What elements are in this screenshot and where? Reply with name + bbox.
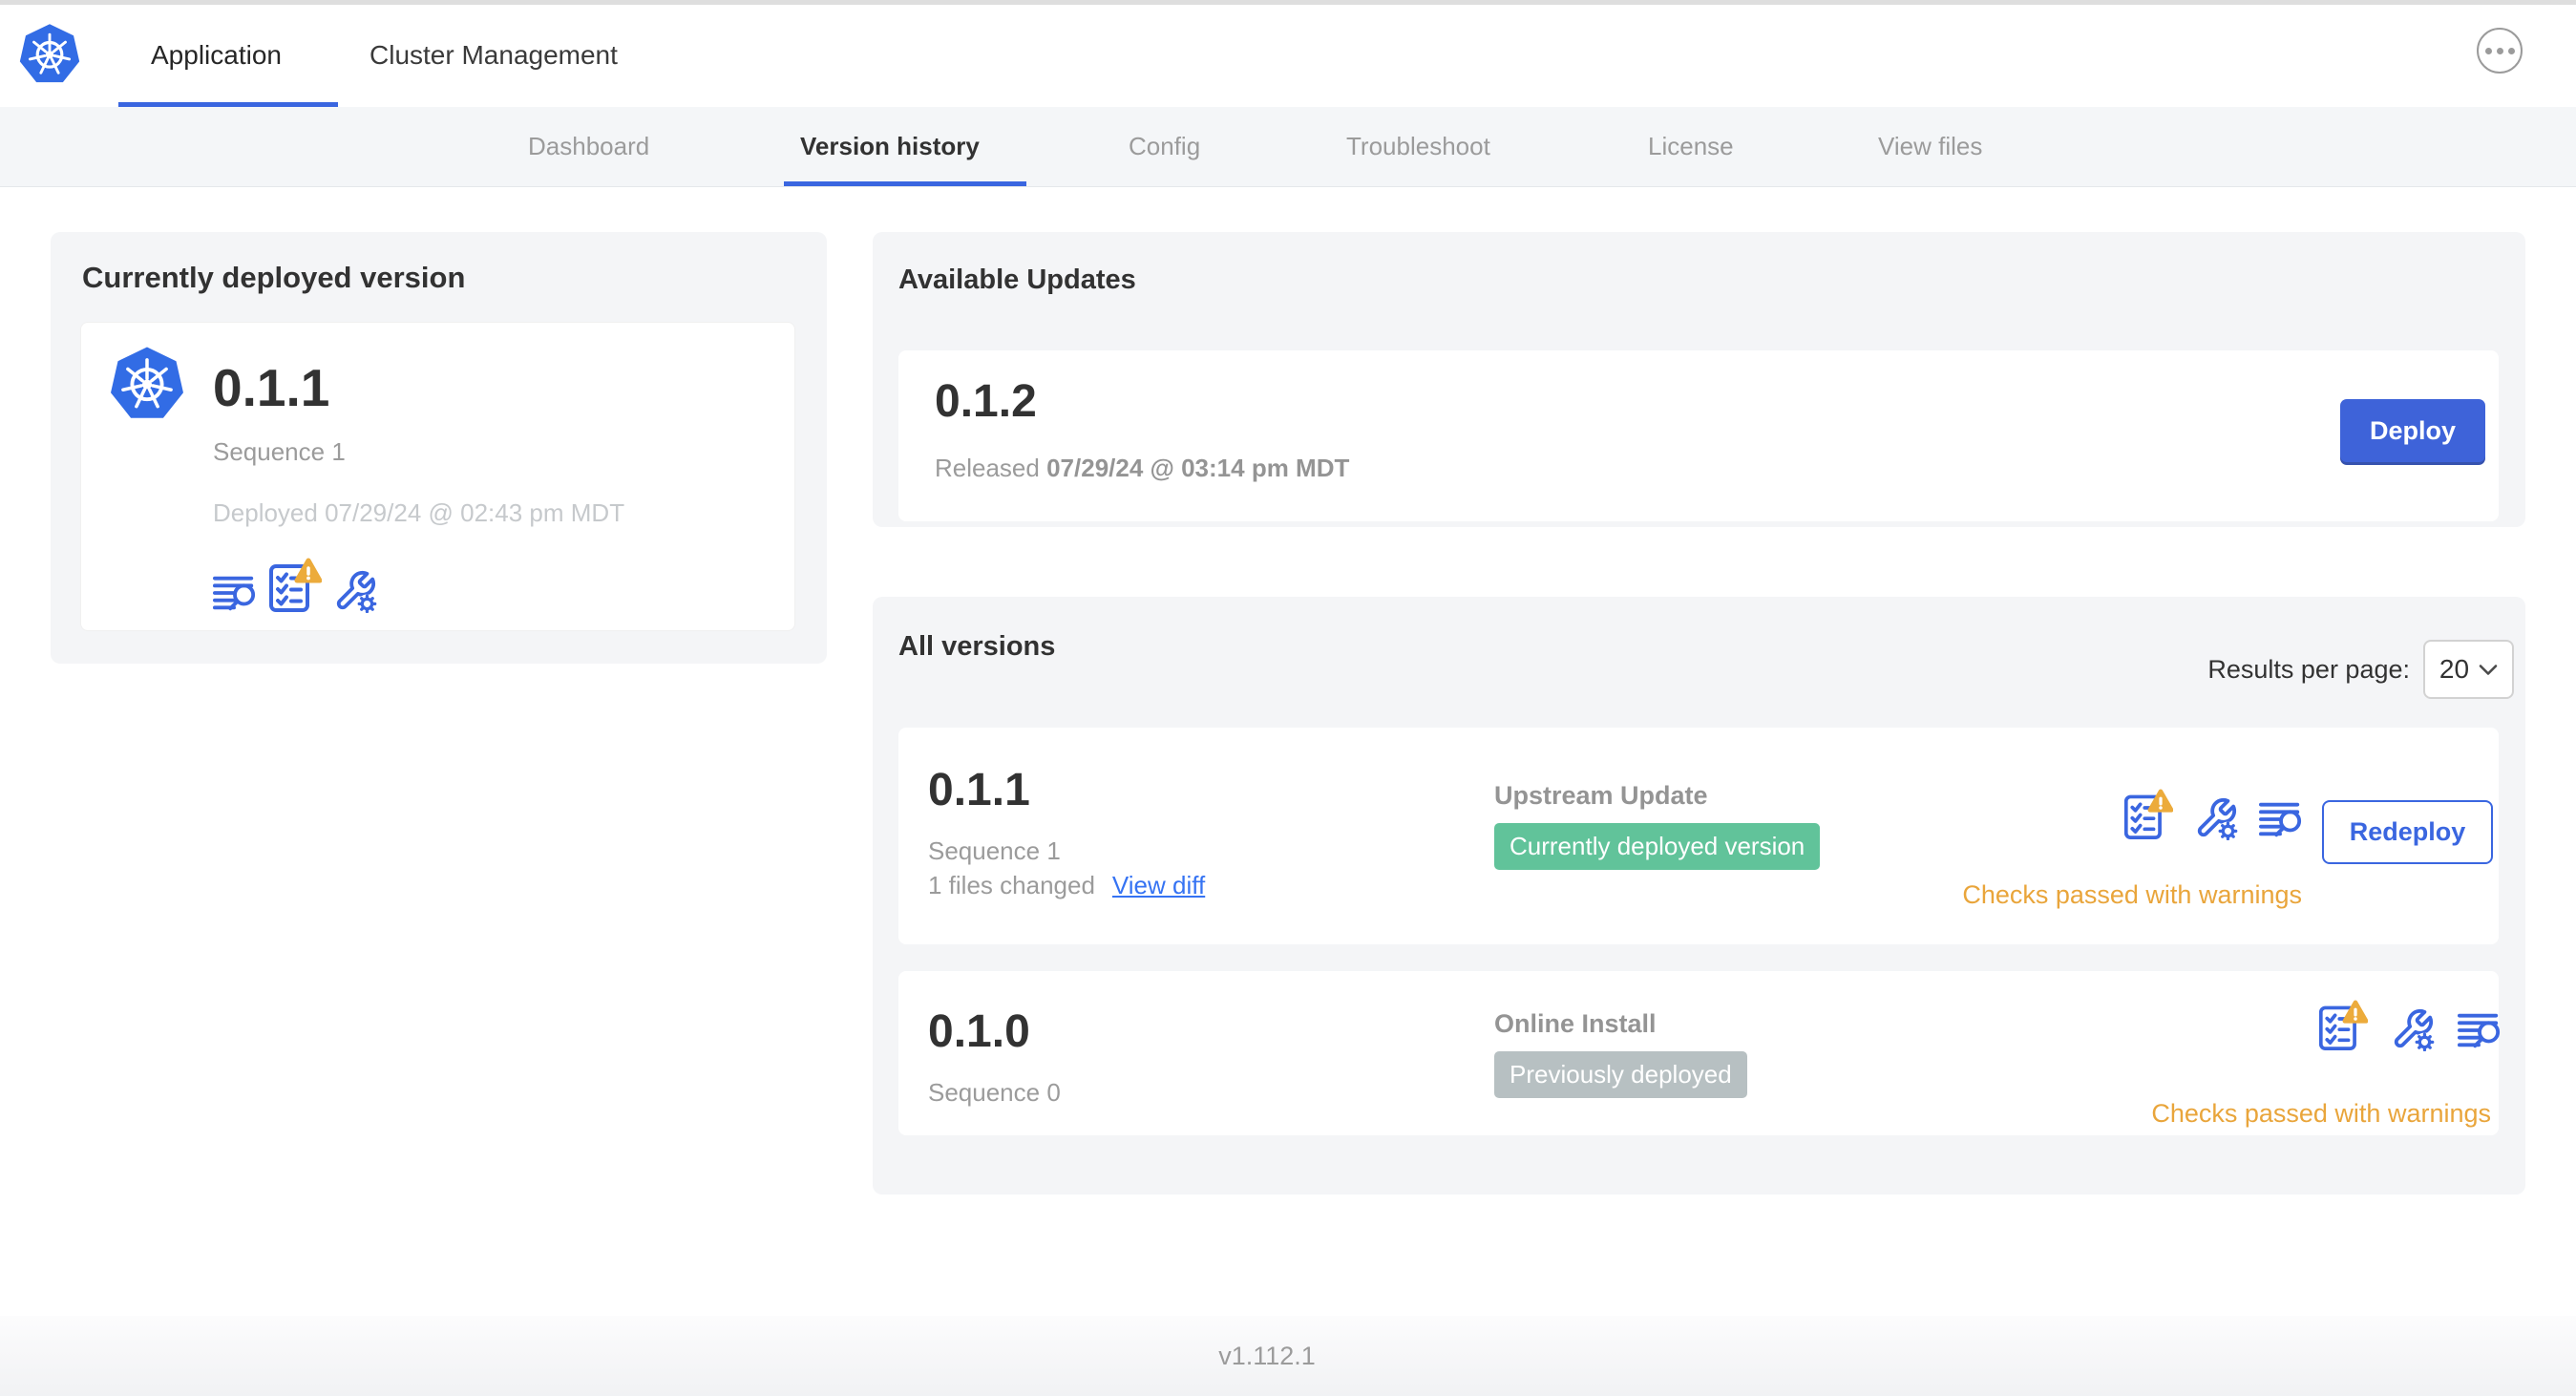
current-version-actions [213, 558, 377, 613]
version-row-0-1-1: 0.1.1 Sequence 1 1 files changed View dif… [898, 728, 2499, 944]
tab-view-files[interactable]: View files [1878, 107, 1982, 185]
row-source-label: Online Install [1494, 1009, 1657, 1038]
current-version-sequence: Sequence 1 [213, 437, 346, 466]
view-logs-icon[interactable] [2458, 1010, 2502, 1050]
current-version-number: 0.1.1 [213, 358, 330, 417]
deploy-button[interactable]: Deploy [2340, 399, 2485, 462]
all-versions-card: All versions Results per page: 20 0.1.1 … [873, 597, 2525, 1195]
status-badge: Currently deployed version [1494, 823, 1821, 870]
kubernetes-logo [110, 346, 184, 420]
ellipsis-icon[interactable] [2477, 28, 2523, 74]
version-row-0-1-0: 0.1.0 Sequence 0 Online Install Previous… [898, 971, 2502, 1135]
row-sequence: Sequence 0 [928, 1078, 1061, 1107]
update-version-number: 0.1.2 [935, 376, 1037, 427]
row-version-number: 0.1.1 [928, 765, 1030, 815]
files-changed-label: 1 files changed [928, 871, 1095, 899]
current-version-deployed-date: Deployed 07/29/24 @ 02:43 pm MDT [213, 498, 625, 527]
results-per-page-value: 20 [2439, 654, 2470, 684]
preflight-checks-icon[interactable] [2318, 1000, 2368, 1051]
tab-dashboard[interactable]: Dashboard [528, 107, 649, 185]
results-per-page-select[interactable]: 20 [2423, 640, 2514, 699]
tab-license[interactable]: License [1648, 107, 1734, 185]
redeploy-button[interactable]: Redeploy [2322, 800, 2493, 864]
subnav: Dashboard Version history Config Trouble… [0, 107, 2576, 187]
row-source-label: Upstream Update [1494, 781, 1708, 810]
chevron-down-icon [2479, 664, 2498, 675]
row-files-changed: 1 files changed View diff [928, 871, 1205, 900]
released-label: Released [935, 454, 1040, 482]
tab-version-history[interactable]: Version history [800, 107, 980, 185]
row-actions [2123, 789, 2303, 840]
tab-application[interactable]: Application [151, 5, 282, 106]
checks-status[interactable]: Checks passed with warnings [2151, 1099, 2491, 1129]
view-logs-icon[interactable] [213, 573, 257, 613]
results-per-page: Results per page: 20 [2207, 640, 2514, 699]
edit-config-icon[interactable] [2194, 796, 2238, 840]
edit-config-icon[interactable] [2391, 1007, 2435, 1051]
kubernetes-logo [19, 23, 80, 84]
results-per-page-label: Results per page: [2207, 654, 2410, 684]
app-header: Application Cluster Management [0, 5, 2576, 108]
all-versions-title: All versions [898, 631, 1056, 662]
active-subtab-underline [784, 181, 1026, 186]
tab-troubleshoot[interactable]: Troubleshoot [1346, 107, 1490, 185]
currently-deployed-card: Currently deployed version 0.1.1 Sequenc… [51, 232, 827, 664]
edit-config-icon[interactable] [333, 569, 377, 613]
current-version-panel: 0.1.1 Sequence 1 Deployed 07/29/24 @ 02:… [80, 322, 795, 631]
row-version-number: 0.1.0 [928, 1006, 1030, 1057]
preflight-checks-icon[interactable] [2123, 789, 2173, 840]
preflight-checks-icon[interactable] [268, 558, 322, 613]
available-updates-title: Available Updates [898, 264, 1136, 295]
footer: v1.112.1 [0, 1316, 2576, 1396]
currently-deployed-title: Currently deployed version [82, 261, 466, 294]
row-actions [2318, 1000, 2502, 1051]
row-sequence: Sequence 1 [928, 836, 1061, 865]
update-released-date: Released 07/29/24 @ 03:14 pm MDT [935, 454, 1349, 483]
available-updates-card: Available Updates 0.1.2 Released 07/29/2… [873, 232, 2525, 527]
console-version: v1.112.1 [1218, 1341, 1316, 1370]
released-date-value: 07/29/24 @ 03:14 pm MDT [1046, 454, 1350, 482]
tab-config[interactable]: Config [1129, 107, 1200, 185]
tab-cluster-management[interactable]: Cluster Management [370, 5, 618, 106]
update-row: 0.1.2 Released 07/29/24 @ 03:14 pm MDT D… [898, 350, 2499, 521]
checks-status[interactable]: Checks passed with warnings [1962, 880, 2302, 910]
status-badge: Previously deployed [1494, 1051, 1747, 1098]
view-logs-icon[interactable] [2259, 799, 2303, 839]
view-diff-link[interactable]: View diff [1112, 871, 1205, 899]
